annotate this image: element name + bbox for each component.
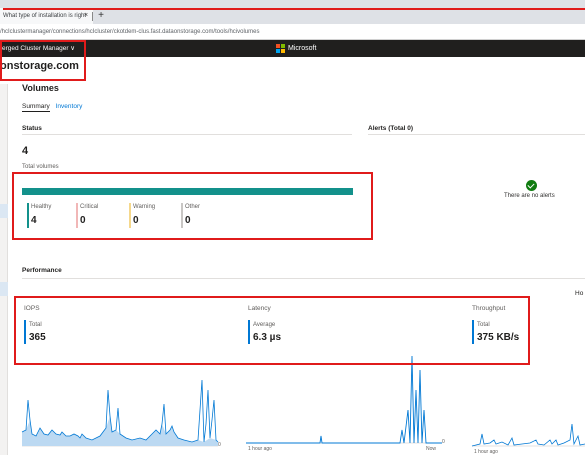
status-label: Other <box>185 204 201 210</box>
address-bar[interactable]: /hcIclustermanager/connections/hcIcluste… <box>0 24 585 40</box>
latency-title: Latency <box>248 305 271 312</box>
browser-tab-title: What type of installation is right <box>3 13 87 19</box>
tab-divider <box>92 12 93 21</box>
microsoft-logo-icon <box>276 44 285 53</box>
iops-chart[interactable]: 0 <box>21 360 222 452</box>
volume-health-bar <box>22 188 353 195</box>
status-value: 0 <box>185 215 191 226</box>
latency-accent-line <box>248 320 250 344</box>
iops-zero-label: 0 <box>218 442 221 448</box>
latency-sub: Average <box>253 322 276 328</box>
status-color-line <box>27 203 29 228</box>
latency-line <box>246 355 442 444</box>
iops-value: 365 <box>29 332 46 343</box>
connection-header <box>0 57 585 84</box>
tab-hourly[interactable]: Ho <box>575 290 583 297</box>
sidebar-item-volumes[interactable] <box>0 204 8 218</box>
tab-inventory[interactable]: Inventory <box>56 103 83 110</box>
throughput-sub: Total <box>477 322 490 328</box>
latency-value: 6.3 µs <box>253 332 282 343</box>
latency-zero-label: 0 <box>442 439 445 445</box>
checkmark-icon <box>526 180 537 191</box>
throughput-chart[interactable]: 1 hour ago <box>471 410 585 455</box>
latency-chart[interactable]: 1 hour ago Now 0 <box>246 350 446 452</box>
browser-tab[interactable]: What type of installation is right <box>0 8 93 24</box>
iops-title: IOPS <box>24 305 40 312</box>
total-volumes-label: Total volumes <box>22 164 59 170</box>
status-color-line <box>181 203 183 228</box>
status-value: 4 <box>31 215 37 226</box>
throughput-accent-line <box>472 320 474 344</box>
status-color-line <box>76 203 78 228</box>
page-tabs: Summary Inventory <box>22 103 86 112</box>
tab-summary[interactable]: Summary <box>22 103 50 112</box>
iops-accent-line <box>24 320 26 344</box>
sidebar-item-selected[interactable] <box>0 282 8 296</box>
alerts-divider <box>368 134 585 135</box>
throughput-value: 375 KB/s <box>477 332 520 343</box>
total-volumes-count: 4 <box>22 145 29 157</box>
status-other[interactable]: Other 0 <box>181 203 231 230</box>
performance-heading: Performance <box>22 267 62 274</box>
tool-sidebar <box>0 84 8 455</box>
no-alerts-text: There are no alerts <box>504 193 555 199</box>
status-value: 0 <box>133 215 139 226</box>
connection-host-name: onstorage.com <box>0 60 79 72</box>
status-warning[interactable]: Warning 0 <box>129 203 179 230</box>
page-title: Volumes <box>22 83 59 93</box>
status-divider <box>22 134 352 135</box>
latency-right-label: Now <box>426 446 436 452</box>
status-color-line <box>129 203 131 228</box>
status-label: Healthy <box>31 204 52 210</box>
status-critical[interactable]: Critical 0 <box>76 203 126 230</box>
alerts-heading: Alerts (Total 0) <box>368 125 414 132</box>
status-heading: Status <box>22 125 42 132</box>
throughput-left-label: 1 hour ago <box>474 449 498 455</box>
status-label: Critical <box>80 204 99 210</box>
throughput-line <box>471 423 585 447</box>
throughput-title: Throughput <box>472 305 506 312</box>
app-header: erged Cluster Manager ∨ Microsoft <box>0 40 585 57</box>
new-tab-icon[interactable]: + <box>95 8 107 24</box>
cluster-manager-menu[interactable]: erged Cluster Manager ∨ <box>0 40 75 57</box>
performance-divider <box>22 278 585 279</box>
close-icon[interactable]: × <box>81 8 91 24</box>
status-value: 0 <box>80 215 86 226</box>
brand-name: Microsoft <box>288 45 317 52</box>
latency-left-label: 1 hour ago <box>248 446 272 452</box>
status-healthy[interactable]: Healthy 4 <box>27 203 77 230</box>
status-label: Warning <box>133 204 156 210</box>
iops-sub: Total <box>29 322 42 328</box>
